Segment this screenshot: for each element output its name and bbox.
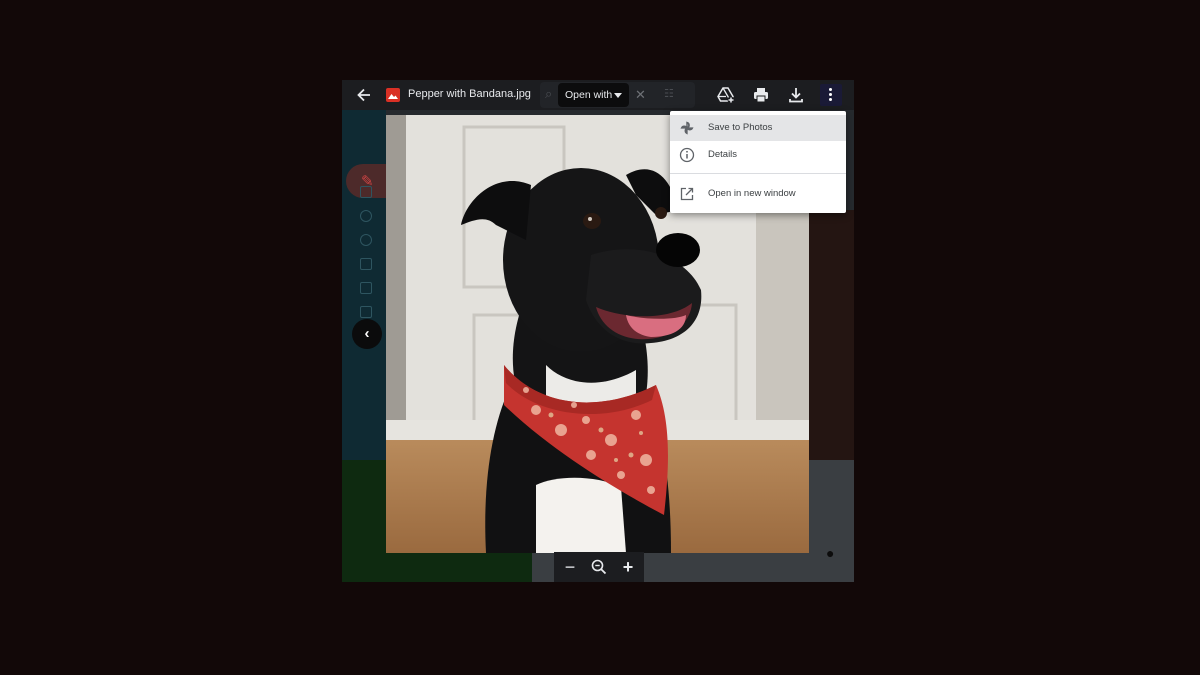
more-vert-icon xyxy=(829,88,832,91)
menu-item-details[interactable]: Details xyxy=(670,142,846,168)
zoom-reset-button[interactable] xyxy=(589,557,609,577)
zoom-out-button[interactable]: − xyxy=(560,557,580,577)
print-button[interactable] xyxy=(751,85,771,105)
open-in-new-icon xyxy=(680,187,694,201)
menu-divider xyxy=(670,173,846,174)
background-clock-icon xyxy=(360,234,372,246)
file-name: Pepper with Bandana.jpg xyxy=(408,88,531,100)
search-icon: ⌕ xyxy=(545,86,553,101)
download-icon xyxy=(789,88,803,103)
add-to-drive-button[interactable] xyxy=(716,85,736,105)
printer-icon xyxy=(754,88,768,103)
more-options-button[interactable] xyxy=(820,84,842,106)
previous-image-button[interactable]: ‹ xyxy=(352,319,382,349)
background-strip-right xyxy=(809,460,854,582)
zoom-in-button[interactable]: + xyxy=(618,557,638,577)
arrow-left-icon xyxy=(357,88,370,102)
background-inbox-icon xyxy=(360,186,372,198)
more-options-menu: Save to Photos Details Open in new windo… xyxy=(670,111,846,213)
plus-icon: + xyxy=(622,557,634,577)
background-star-icon xyxy=(360,210,372,222)
background-x-icon xyxy=(360,306,372,318)
back-arrow-button[interactable] xyxy=(354,85,374,105)
image-file-icon xyxy=(386,88,400,102)
minus-icon: − xyxy=(564,557,576,577)
background-mic-icon: ● xyxy=(826,545,835,561)
chevron-left-icon: ‹ xyxy=(364,325,370,342)
zoom-controls: − + xyxy=(554,552,644,582)
background-draft-icon xyxy=(360,282,372,294)
zoom-icon xyxy=(591,559,607,575)
open-with-button[interactable]: Open with xyxy=(558,83,629,107)
download-button[interactable] xyxy=(786,85,806,105)
background-thumbnail xyxy=(809,210,854,460)
photos-pinwheel-icon xyxy=(680,121,694,135)
open-with-label: Open with xyxy=(565,89,613,101)
menu-item-open-in-new-window[interactable]: Open in new window xyxy=(670,181,846,207)
background-send-icon xyxy=(360,258,372,270)
background-filter-icon: ☷ xyxy=(664,88,674,100)
drive-add-icon xyxy=(717,87,735,104)
menu-item-label: Details xyxy=(708,149,738,160)
info-icon xyxy=(679,147,695,163)
viewer-toolbar: Pepper with Bandana.jpg ⌕ Open with ✕ ☷ xyxy=(342,80,854,110)
menu-item-label: Save to Photos xyxy=(708,122,773,133)
background-close-icon: ✕ xyxy=(635,87,646,102)
menu-item-save-to-photos[interactable]: Save to Photos xyxy=(670,115,846,141)
menu-item-label: Open in new window xyxy=(708,188,796,199)
caret-down-icon xyxy=(614,93,622,98)
